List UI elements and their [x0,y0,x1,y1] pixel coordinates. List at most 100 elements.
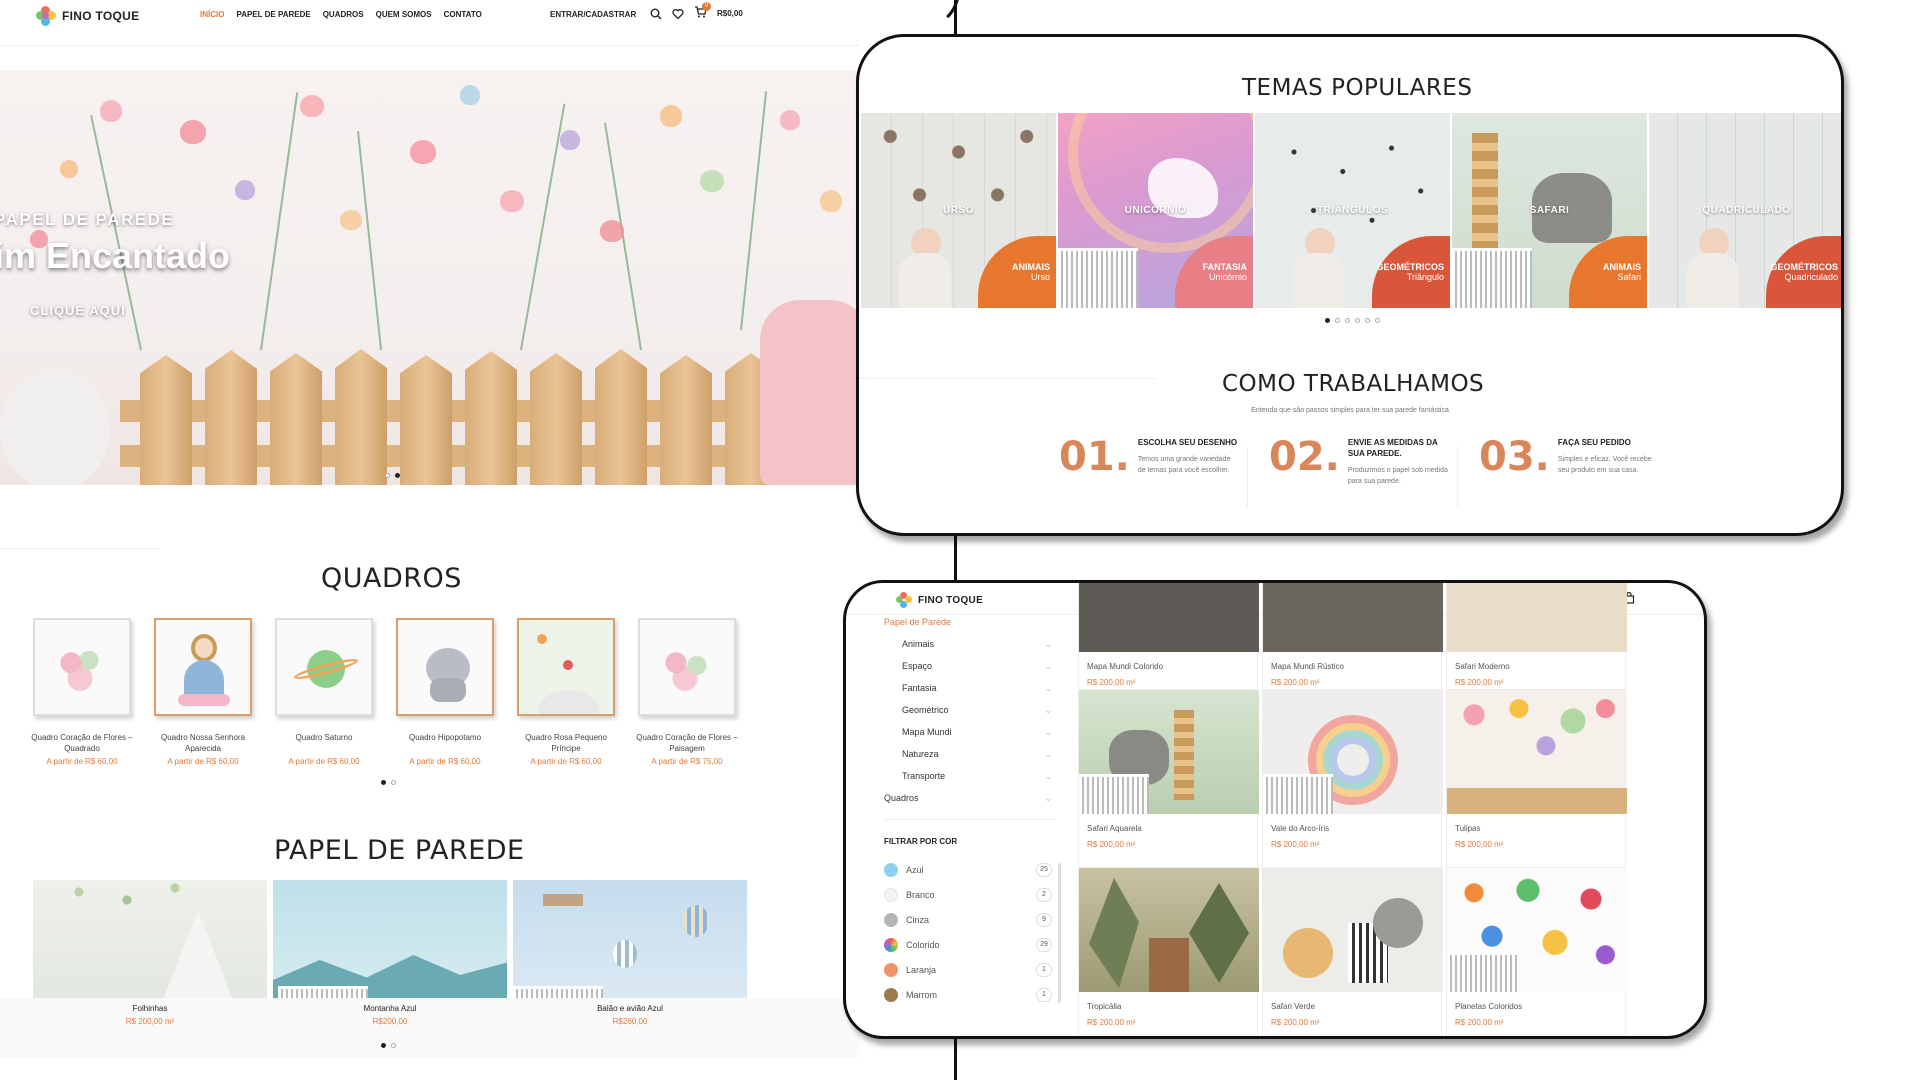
filter-title: FILTRAR POR COR [884,837,958,846]
theme-sub: Safari [1617,272,1641,282]
chevron-down-icon: ⌄ [1044,749,1052,759]
category-label: Fantasia [902,683,937,693]
carousel-dot[interactable] [1355,318,1360,323]
product-price: R$ 200,00 m² [1271,678,1320,687]
product-image [33,618,131,716]
logo[interactable]: FINO TOQUE [36,6,139,26]
product-card[interactable]: Quadro Nossa Senhora Aparecida A partir … [149,618,257,766]
login-link[interactable]: ENTRAR/CADASTRAR [550,10,636,19]
product-image [1079,690,1259,814]
product-card[interactable]: Planetas Coloridos R$ 200,00 m² [1446,867,1627,1036]
carousel-dot[interactable] [1335,318,1340,323]
nav-contato[interactable]: CONTATO [444,10,482,19]
filter-scrollbar[interactable] [1058,863,1061,1003]
product-card[interactable]: Quadro Coração de Flores – Paisagem A pa… [633,618,741,766]
step-desc: Produzimos o papel sob medida para sua p… [1347,467,1448,485]
product-image[interactable] [513,880,747,1000]
product-card[interactable]: Tulipas R$ 200,00 m² [1446,689,1627,869]
category-item[interactable]: Espaço ⌄ [902,661,1052,672]
color-filter-item[interactable]: Cinza 9 [884,913,1052,927]
color-label: Laranja [906,965,937,975]
product-card[interactable]: Mapa Mundi Rústico R$ 200,00 m² [1262,583,1443,707]
cart-button[interactable]: 0 [694,2,711,21]
color-count: 1 [1036,988,1052,1002]
color-filter-item[interactable]: Azul 25 [884,863,1052,877]
logo[interactable]: FINO TOQUE [896,592,983,608]
product-image [1079,583,1259,652]
theme-card[interactable]: URSO ANIMAIS Urso [861,113,1056,308]
step-number: 02. [1269,434,1340,480]
carousel-dot[interactable] [1345,318,1350,323]
category-quadros[interactable]: Quadros ⌄ [884,793,1052,804]
product-name: Balão e avião Azul [597,1004,663,1013]
carousel-dot[interactable] [391,1043,396,1048]
product-card[interactable]: Safari Moderno R$ 200,00 m² [1446,583,1627,707]
carousel-dot[interactable] [1365,318,1370,323]
product-price: R$ 200,00 m² [1271,1018,1320,1027]
theme-name: UNICÓRNIO [1124,205,1187,216]
product-name: Mapa Mundi Rústico [1271,662,1344,671]
carousel-dot[interactable] [1375,318,1380,323]
product-card[interactable]: Safari Aquarela R$ 200,00 m² [1078,689,1259,869]
carousel-dot[interactable] [385,473,390,478]
category-item[interactable]: Transporte ⌄ [902,771,1052,782]
nav-quem-somos[interactable]: QUEM SOMOS [376,10,432,19]
carousel-dot[interactable] [381,780,386,785]
category-label: Mapa Mundi [902,727,952,737]
theme-card[interactable]: QUADRICULADO GEOMÉTRICOS Quadriculado [1649,113,1841,308]
carousel-dot[interactable] [381,1043,386,1048]
product-card[interactable]: Quadro Saturno A partir de R$ 60,00 [270,618,378,766]
category-label: Natureza [902,749,939,759]
product-card[interactable]: Vale do Arco-íris R$ 200,00 m² [1262,689,1443,869]
product-card[interactable]: Quadro Rosa Pequeno Príncipe A partir de… [512,618,620,766]
hero-banner[interactable]: PAPEL DE PAREDE im Encantado CLIQUE AQUI [0,70,860,485]
hero-cta-button[interactable]: CLIQUE AQUI [30,303,126,318]
product-card[interactable]: Mapa Mundi Colorido R$ 200,00 m² [1078,583,1259,707]
nav-inicio[interactable]: INÍCIO [200,10,224,19]
product-price: R$ 200,00 m² [1087,840,1136,849]
category-item[interactable]: Fantasia ⌄ [902,683,1052,694]
category-item[interactable]: Natureza ⌄ [902,749,1052,760]
heart-icon[interactable] [672,8,684,20]
step: 03. FAÇA SEU PEDIDO Simples e eficaz. Vo… [1479,437,1658,477]
theme-card[interactable]: TRIÂNGULOS GEOMÉTRICOS Triângulo [1255,113,1450,308]
category-item[interactable]: Geométrico ⌄ [902,705,1052,716]
product-card[interactable]: Safari Verde R$ 200,00 m² [1262,867,1443,1036]
step-divider [1457,447,1458,507]
color-filter-item[interactable]: Colorido 29 [884,938,1052,952]
color-filter-item[interactable]: Branco 2 [884,888,1052,902]
divider-curve [880,0,960,30]
shop-panel: FINO TOQUE Papel de Parede Animais ⌄ Espa… [843,580,1707,1039]
product-card[interactable]: Quadro Hipopotamo A partir de R$ 60,00 [391,618,499,766]
product-card[interactable]: Tropicália R$ 200,00 m² [1078,867,1259,1036]
product-image[interactable] [273,880,507,1000]
product-price: R$ 200,00 m² [1455,1018,1504,1027]
color-filter-item[interactable]: Marrom 1 [884,988,1052,1002]
carousel-dot[interactable] [1325,318,1330,323]
product-card[interactable]: Quadro Coração de Flores – Quadrado A pa… [28,618,136,766]
section-divider [859,378,1155,379]
category-item[interactable]: Mapa Mundi ⌄ [902,727,1052,738]
search-icon[interactable] [650,8,662,20]
step-title: FAÇA SEU PEDIDO [1557,438,1631,447]
category-papel-de-parede[interactable]: Papel de Parede [884,617,951,627]
carousel-dot[interactable] [395,473,400,478]
color-filter-item[interactable]: Laranja 1 [884,963,1052,977]
product-image [638,618,736,716]
product-name: Planetas Coloridos [1455,1002,1523,1011]
product-image[interactable] [33,880,267,1000]
product-name: Tropicália [1087,1002,1122,1011]
how-subtitle: Entenda que são passos simples para ter … [1251,407,1449,414]
color-swatch [884,938,898,952]
carousel-dot[interactable] [391,780,396,785]
category-item[interactable]: Animais ⌄ [902,639,1052,650]
nav-papel-de-parede[interactable]: PAPEL DE PAREDE [236,10,310,19]
theme-card[interactable]: UNICÓRNIO FANTASIA Unicórnio [1058,113,1253,308]
sidebar-divider [884,819,1056,820]
product-name: Folhinhas [132,1004,168,1013]
quadros-carousel: Quadro Coração de Flores – Quadrado A pa… [28,618,741,766]
theme-card[interactable]: SAFARI ANIMAIS Safari [1452,113,1647,308]
theme-category: ANIMAIS [1603,262,1641,272]
nav-quadros[interactable]: QUADROS [323,10,364,19]
papel-title: PAPEL DE PAREDE [274,835,525,866]
